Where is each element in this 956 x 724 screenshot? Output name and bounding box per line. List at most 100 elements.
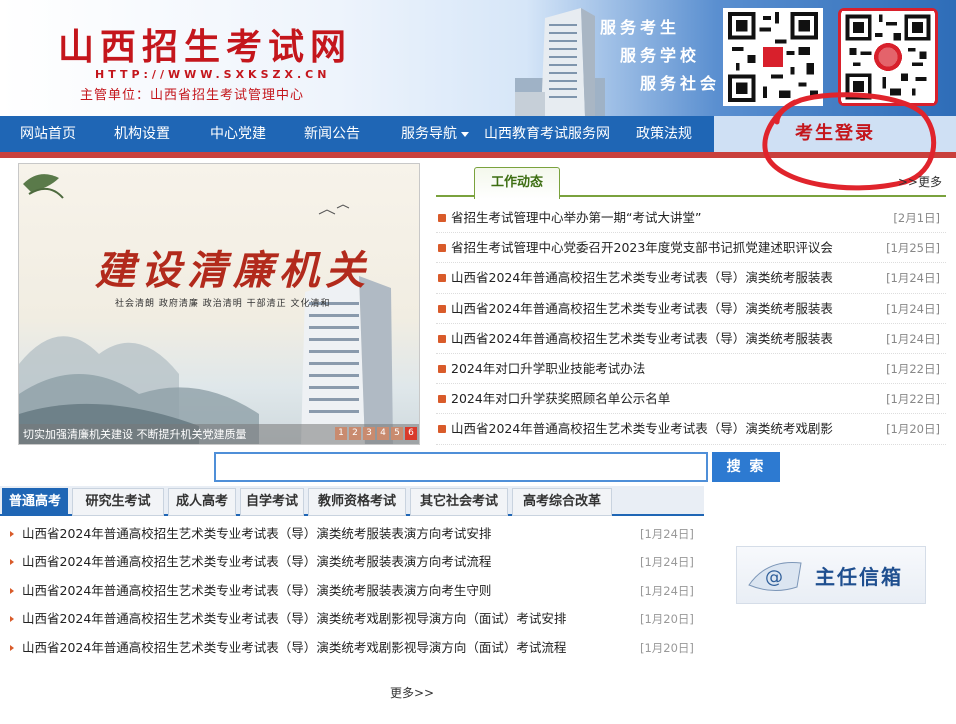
slide-dot[interactable]: 4: [377, 427, 389, 440]
list-item-title[interactable]: 山西省2024年普通高校招生艺术类专业考试表（导）演类统考戏剧影视导演方向（面试…: [22, 605, 566, 633]
building-image: [515, 8, 605, 116]
arrow-icon: [10, 531, 14, 537]
slogan: 服务社会: [640, 74, 721, 93]
arrow-icon: [10, 587, 14, 594]
slogan: 服务考生: [600, 18, 681, 37]
bullet-icon: [438, 214, 446, 222]
chevron-down-icon: [461, 131, 469, 137]
slide-title: 建设清廉机关: [95, 247, 371, 294]
slide-dot[interactable]: 1: [335, 427, 347, 440]
tab-work-news[interactable]: 工作动态: [474, 167, 560, 199]
slogan: 服务学校: [620, 46, 701, 65]
arrow-icon: [10, 559, 14, 566]
news-title[interactable]: 省招生考试管理中心举办第一期“考试大讲堂”: [451, 203, 701, 233]
work-news-panel: 工作动态 >>更多 省招生考试管理中心举办第一期“考试大讲堂” [2月1日] 省招…: [436, 163, 946, 445]
site-title[interactable]: 山西招生考试网: [58, 18, 352, 70]
slide-caption-bar: 切实加强清廉机关建设 不断提升机关党建质量 1 2 3 4 5 6: [19, 424, 419, 444]
news-title[interactable]: 2024年对口升学职业技能考试办法: [451, 354, 645, 384]
news-title[interactable]: 山西省2024年普通高校招生艺术类专业考试表（导）演类统考戏剧影: [451, 414, 833, 444]
news-date: [1月22日]: [886, 392, 940, 407]
exam-more-link[interactable]: 更多>>: [390, 684, 434, 701]
tab-teacher-qualification[interactable]: 教师资格考试: [308, 488, 406, 516]
list-item-title[interactable]: 山西省2024年普通高校招生艺术类专业考试表（导）演类统考服装表演方向考试流程: [22, 548, 491, 576]
list-item-title[interactable]: 山西省2024年普通高校招生艺术类专业考试表（导）演类统考戏剧影视导演方向（面试…: [22, 634, 566, 662]
banner-slider[interactable]: 建设清廉机关 社会清朗 政府清廉 政治清明 干部清正 文化清和 切实加强清廉机关…: [18, 163, 420, 445]
list-item-date: [1月24日]: [640, 527, 694, 541]
news-item[interactable]: 山西省2024年普通高校招生艺术类专业考试表（导）演类统考服装表 [1月24日]: [436, 263, 946, 294]
news-item[interactable]: 山西省2024年普通高校招生艺术类专业考试表（导）演类统考服装表 [1月24日]: [436, 294, 946, 324]
search-input[interactable]: [214, 452, 708, 482]
mail-icon: @: [748, 561, 802, 591]
slide-caption[interactable]: 切实加强清廉机关建设 不断提升机关党建质量: [23, 426, 247, 442]
bullet-icon: [438, 244, 446, 253]
bullet-icon: [438, 274, 446, 283]
slide-dot[interactable]: 3: [363, 427, 375, 440]
news-title[interactable]: 山西省2024年普通高校招生艺术类专业考试表（导）演类统考服装表: [451, 324, 833, 354]
news-date: [1月20日]: [886, 422, 940, 437]
tab-other-exams[interactable]: 其它社会考试: [410, 488, 508, 516]
news-title[interactable]: 省招生考试管理中心党委召开2023年度党支部书记抓党建述职评议会: [451, 233, 833, 263]
news-title[interactable]: 山西省2024年普通高校招生艺术类专业考试表（导）演类统考服装表: [451, 263, 833, 293]
tab-self-study[interactable]: 自学考试: [240, 488, 304, 516]
bullet-icon: [438, 304, 446, 313]
nav-home[interactable]: 网站首页: [8, 116, 88, 152]
list-item-title[interactable]: 山西省2024年普通高校招生艺术类专业考试表（导）演类统考服装表演方向考生守则: [22, 577, 491, 605]
exam-news-list: 山西省2024年普通高校招生艺术类专业考试表（导）演类统考服装表演方向考试安排 […: [0, 520, 700, 662]
bullet-icon: [438, 425, 446, 434]
news-date: [2月1日]: [893, 211, 940, 225]
nav-exam-service[interactable]: 山西教育考试服务网: [480, 116, 614, 152]
news-date: [1月22日]: [886, 361, 940, 376]
tab-gaokao-reform[interactable]: 高考综合改革: [512, 488, 612, 516]
news-item[interactable]: 2024年对口升学获奖照顾名单公示名单 [1月22日]: [436, 384, 946, 415]
nav-party-building[interactable]: 中心党建: [198, 116, 278, 152]
mailbox-label: 主任信箱: [815, 565, 903, 589]
site-url: HTTP://WWW.SXKSZX.CN: [95, 68, 331, 81]
nav-organization[interactable]: 机构设置: [102, 116, 182, 152]
arrow-icon: [10, 644, 14, 651]
news-tabbar: 工作动态 >>更多: [436, 163, 946, 199]
site-org: 主管单位：山西省招生考试管理中心: [80, 88, 305, 103]
nav-policy[interactable]: 政策法规: [624, 116, 704, 152]
slide-pagination: 1 2 3 4 5 6: [335, 427, 417, 440]
director-mailbox-button[interactable]: @ 主任信箱: [736, 546, 926, 604]
news-title[interactable]: 山西省2024年普通高校招生艺术类专业考试表（导）演类统考服装表: [451, 294, 833, 324]
news-item[interactable]: 2024年对口升学职业技能考试办法 [1月22日]: [436, 354, 946, 385]
news-date: [1月24日]: [886, 301, 940, 316]
news-list: 省招生考试管理中心举办第一期“考试大讲堂” [2月1日] 省招生考试管理中心党委召…: [436, 203, 946, 445]
list-item-date: [1月24日]: [640, 555, 694, 570]
slide-dot-active[interactable]: 6: [405, 427, 417, 440]
tab-adult-exam[interactable]: 成人高考: [168, 488, 236, 516]
news-more-link[interactable]: >>更多: [898, 173, 942, 190]
nav-service-guide[interactable]: 服务导航: [390, 116, 480, 152]
bullet-icon: [438, 334, 446, 343]
news-date: [1月24日]: [886, 271, 940, 286]
bullet-icon: [438, 395, 446, 404]
list-item-date: [1月20日]: [640, 640, 694, 655]
svg-text:@: @: [765, 567, 783, 588]
slide-dot[interactable]: 2: [349, 427, 361, 440]
tab-postgraduate[interactable]: 研究生考试: [72, 488, 164, 516]
news-date: [1月25日]: [886, 241, 940, 256]
slide-subtitle: 社会清朗 政府清廉 政治清明 干部清正 文化清和: [115, 299, 331, 309]
list-item[interactable]: 山西省2024年普通高校招生艺术类专业考试表（导）演类统考服装表演方向考生守则 […: [0, 577, 700, 605]
list-item[interactable]: 山西省2024年普通高校招生艺术类专业考试表（导）演类统考服装表演方向考试流程 […: [0, 548, 700, 576]
news-title[interactable]: 2024年对口升学获奖照顾名单公示名单: [451, 384, 670, 414]
list-item[interactable]: 山西省2024年普通高校招生艺术类专业考试表（导）演类统考戏剧影视导演方向（面试…: [0, 605, 700, 633]
slogans: 服务考生 服务学校 服务社会: [600, 14, 720, 98]
list-item-title[interactable]: 山西省2024年普通高校招生艺术类专业考试表（导）演类统考服装表演方向考试安排: [22, 520, 491, 548]
news-item[interactable]: 省招生考试管理中心党委召开2023年度党支部书记抓党建述职评议会 [1月25日]: [436, 233, 946, 264]
search-button[interactable]: 搜 索: [712, 452, 780, 482]
slide-dot[interactable]: 5: [391, 427, 403, 440]
exam-category-tabs: 普通高考 研究生考试 成人高考 自学考试 教师资格考试 其它社会考试 高考综合改…: [0, 486, 704, 516]
nav-news[interactable]: 新闻公告: [292, 116, 372, 152]
news-item[interactable]: 省招生考试管理中心举办第一期“考试大讲堂” [2月1日]: [436, 203, 946, 234]
tab-gaokao[interactable]: 普通高考: [2, 488, 68, 516]
news-item[interactable]: 山西省2024年普通高校招生艺术类专业考试表（导）演类统考戏剧影 [1月20日]: [436, 414, 946, 445]
arrow-icon: [10, 616, 14, 623]
list-item[interactable]: 山西省2024年普通高校招生艺术类专业考试表（导）演类统考服装表演方向考试安排 […: [0, 520, 700, 548]
list-item[interactable]: 山西省2024年普通高校招生艺术类专业考试表（导）演类统考戏剧影视导演方向（面试…: [0, 634, 700, 662]
nav-service-guide-label: 服务导航: [401, 126, 457, 142]
list-item-date: [1月20日]: [640, 612, 694, 627]
bullet-icon: [438, 364, 446, 373]
news-item[interactable]: 山西省2024年普通高校招生艺术类专业考试表（导）演类统考服装表 [1月24日]: [436, 324, 946, 354]
